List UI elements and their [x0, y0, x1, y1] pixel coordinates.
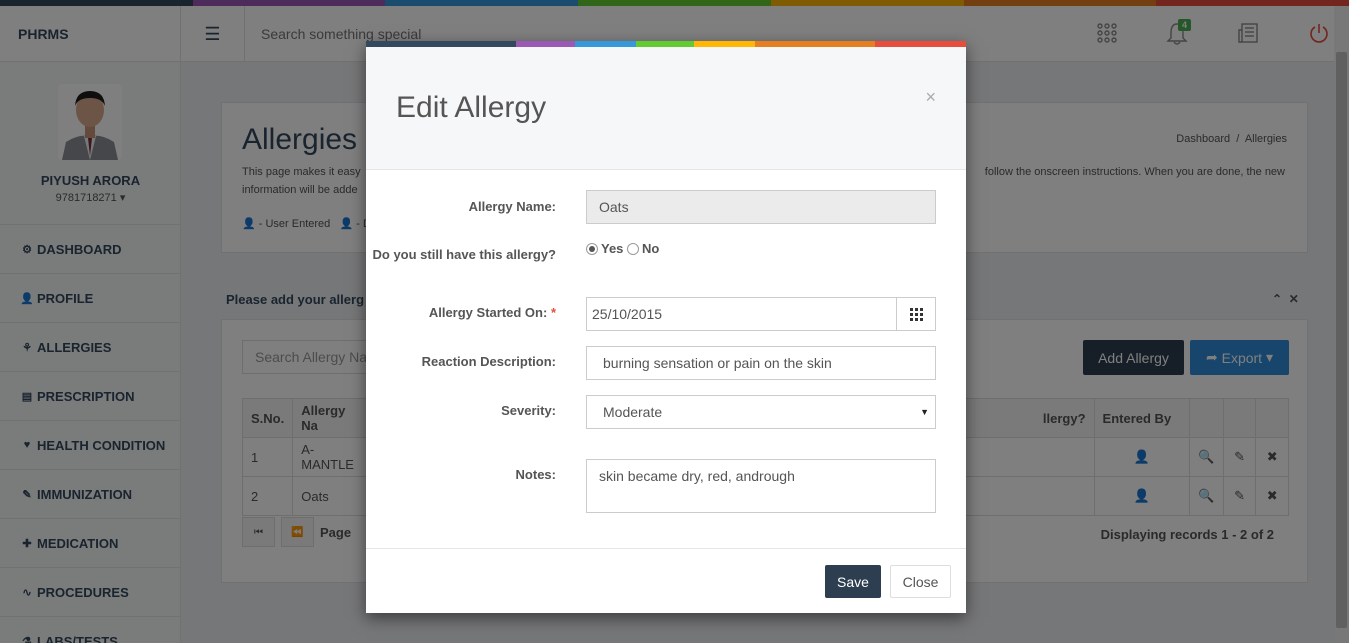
severity-selected-value: Moderate — [603, 404, 663, 420]
edit-allergy-modal: Edit Allergy × Allergy Name: Do you stil… — [366, 41, 966, 613]
modal-close-icon[interactable]: × — [925, 87, 936, 108]
calendar-button[interactable] — [896, 298, 935, 330]
still-have-radio-group: Yes No — [586, 241, 659, 256]
modal-title: Edit Allergy — [396, 91, 547, 124]
yes-radio-label[interactable]: Yes — [601, 241, 623, 256]
started-on-date-value[interactable]: 25/10/2015 — [587, 298, 896, 330]
save-button[interactable]: Save — [825, 565, 881, 598]
no-radio[interactable] — [627, 242, 640, 255]
allergy-name-field[interactable] — [586, 190, 936, 224]
severity-select[interactable]: Moderate ▼ — [586, 395, 936, 429]
yes-radio[interactable] — [586, 242, 598, 255]
required-mark: * — [550, 305, 556, 320]
still-have-label: Do you still have this allergy? — [372, 247, 557, 262]
notes-label: Notes: — [515, 467, 556, 482]
close-button[interactable]: Close — [890, 565, 951, 598]
allergy-name-label: Allergy Name: — [468, 199, 556, 214]
started-on-date-field[interactable]: 25/10/2015 — [586, 297, 936, 331]
severity-label: Severity: — [501, 403, 556, 418]
no-radio-label[interactable]: No — [642, 241, 659, 256]
modal-footer: Save Close — [366, 548, 966, 613]
calendar-grid-icon — [909, 307, 923, 321]
started-on-label-text: Allergy Started On: — [428, 305, 548, 320]
modal-header: Edit Allergy × — [366, 47, 966, 170]
notes-field[interactable]: skin became dry, red, andrough — [586, 459, 936, 513]
started-on-label: Allergy Started On: * — [366, 304, 556, 322]
reaction-description-field[interactable] — [586, 346, 936, 380]
caret-down-icon: ▼ — [920, 407, 929, 417]
reaction-label: Reaction Description: — [421, 354, 556, 369]
